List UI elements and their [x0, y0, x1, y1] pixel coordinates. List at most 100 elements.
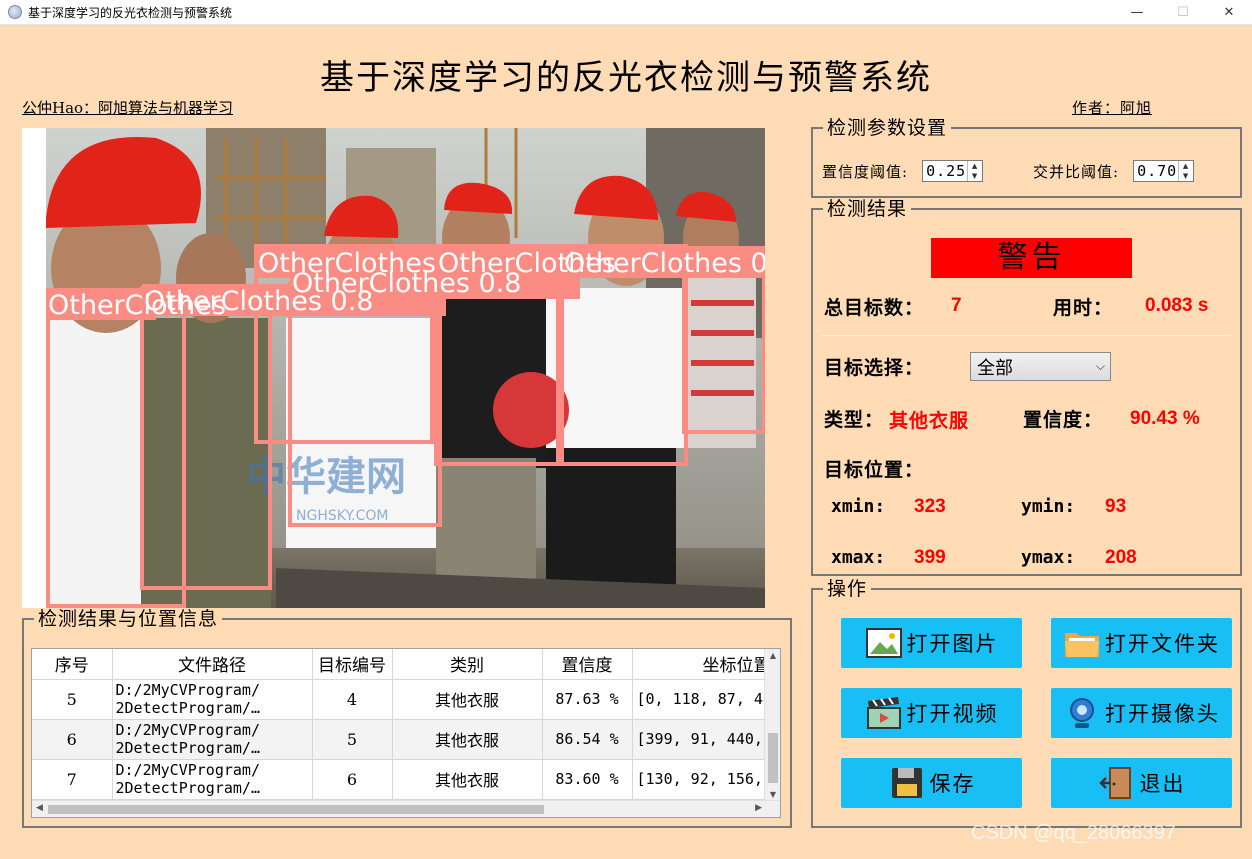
confidence-label: 置信度：: [1023, 409, 1104, 431]
row-target-id: 5: [312, 719, 393, 760]
maximize-button[interactable]: ☐: [1160, 0, 1206, 25]
conf-threshold-value[interactable]: 0.25: [923, 161, 967, 181]
image-watermark-url: NGHSKY.COM: [296, 508, 388, 524]
spin-down-icon[interactable]: ▼: [1179, 171, 1193, 181]
column-header[interactable]: 坐标位置: [632, 649, 780, 680]
row-target-id: 6: [312, 759, 393, 800]
exit-label: 退出: [1139, 772, 1186, 796]
ymin-value: 93: [1105, 496, 1127, 517]
conf-threshold-row: 置信度阈值: 0.25 ▲ ▼: [822, 160, 984, 182]
scroll-right-icon[interactable]: ▶: [755, 803, 762, 813]
webcam-icon: [1070, 698, 1094, 728]
open-folder-button[interactable]: 打开文件夹: [1051, 618, 1232, 668]
iou-threshold-spinbox[interactable]: 0.70 ▲ ▼: [1133, 160, 1195, 182]
spin-up-icon[interactable]: ▲: [1179, 161, 1193, 171]
open-video-label: 打开视频: [906, 702, 999, 726]
table-row[interactable]: 7 D:/2MyCVProgram/2DetectProgram/… 6 其他衣…: [32, 759, 780, 800]
xmin-label: xmin:: [831, 496, 886, 517]
minimize-button[interactable]: —: [1114, 0, 1160, 25]
author-wechat-link[interactable]: 公仲Hao：阿旭算法与机器学习: [22, 97, 233, 118]
open-folder-label: 打开文件夹: [1105, 632, 1220, 656]
total-targets-label: 总目标数：: [824, 297, 925, 319]
scroll-down-icon[interactable]: ▼: [765, 790, 780, 799]
spin-up-icon[interactable]: ▲: [968, 161, 982, 171]
target-select-label: 目标选择：: [824, 357, 925, 379]
clapperboard-icon: [866, 697, 901, 729]
iou-threshold-value[interactable]: 0.70: [1134, 161, 1178, 181]
elapsed-time-label: 用时：: [1053, 297, 1114, 319]
csdn-watermark: CSDN @qq_28066397: [971, 822, 1176, 844]
type-label: 类型：: [824, 409, 885, 431]
table-horizontal-scrollbar[interactable]: ◀ ▶: [32, 800, 780, 817]
column-header[interactable]: 置信度: [542, 649, 633, 680]
detection-image: 中华建网 NGHSKY.COM OtherClothes OtherClothe…: [46, 128, 765, 608]
iou-threshold-row: 交并比阈值: 0.70 ▲ ▼: [1033, 160, 1195, 182]
window-titlebar: 基于深度学习的反光衣检测与预警系统 — ☐ ✕: [0, 0, 1252, 25]
detection-label: OtherClothes: [292, 268, 470, 299]
table-header-row: 序号 文件路径 目标编号 类别 置信度 坐标位置: [32, 649, 780, 680]
actions-title: 操作: [823, 578, 872, 600]
column-header[interactable]: 序号: [32, 649, 113, 680]
open-camera-button[interactable]: 打开摄像头: [1051, 688, 1232, 738]
total-targets-value: 7: [951, 295, 962, 316]
detection-image-panel: 中华建网 NGHSKY.COM OtherClothes OtherClothe…: [22, 128, 765, 608]
column-header[interactable]: 文件路径: [112, 649, 313, 680]
row-confidence: 87.63 %: [542, 679, 633, 720]
horizontal-scroll-thumb[interactable]: [48, 805, 544, 814]
row-path: D:/2MyCVProgram/2DetectProgram/…: [112, 719, 313, 760]
author-link[interactable]: 作者：阿旭: [1072, 97, 1152, 118]
column-header[interactable]: 类别: [392, 649, 543, 680]
scroll-left-icon[interactable]: ◀: [36, 803, 43, 813]
spin-down-icon[interactable]: ▼: [968, 171, 982, 181]
row-index: 5: [32, 679, 113, 720]
ymax-label: ymax:: [1021, 547, 1076, 568]
result-divider: [822, 335, 1231, 336]
svg-text:OtherClothes 0.8: OtherClothes 0.8: [564, 248, 765, 279]
scroll-up-icon[interactable]: ▲: [765, 651, 780, 660]
target-position-label: 目标位置：: [824, 459, 925, 481]
detection-score: 0.8: [479, 268, 522, 299]
table-row[interactable]: 5 D:/2MyCVProgram/2DetectProgram/… 4 其他衣…: [32, 679, 780, 720]
open-image-button[interactable]: 打开图片: [841, 618, 1022, 668]
exit-door-icon: [1098, 767, 1131, 799]
xmin-value: 323: [914, 496, 946, 517]
svg-text:OtherClothes 0.8: OtherClothes 0.8: [292, 268, 521, 299]
row-class: 其他衣服: [392, 679, 543, 720]
conf-threshold-label: 置信度阈值:: [822, 162, 909, 181]
page-title: 基于深度学习的反光衣检测与预警系统: [320, 58, 932, 98]
result-table-title: 检测结果与位置信息: [34, 608, 223, 630]
xmax-label: xmax:: [831, 547, 886, 568]
column-header[interactable]: 目标编号: [312, 649, 393, 680]
save-button[interactable]: 保存: [841, 758, 1022, 808]
table-vertical-scrollbar[interactable]: ▲ ▼: [764, 649, 780, 801]
vertical-scroll-thumb[interactable]: [768, 733, 778, 783]
elapsed-time-value: 0.083 s: [1145, 295, 1209, 316]
result-table[interactable]: 序号 文件路径 目标编号 类别 置信度 坐标位置 5 D:/2MyCVProgr…: [31, 648, 781, 818]
save-label: 保存: [929, 772, 976, 796]
ymax-value: 208: [1105, 547, 1137, 568]
type-value: 其他衣服: [889, 410, 970, 432]
open-image-label: 打开图片: [906, 632, 999, 656]
target-select-dropdown[interactable]: 全部 ⌵: [970, 352, 1111, 381]
window-controls: — ☐ ✕: [1114, 0, 1252, 25]
exit-button[interactable]: 退出: [1051, 758, 1232, 808]
detection-label: OtherClothes: [564, 248, 742, 279]
detection-result-title: 检测结果: [823, 198, 912, 220]
table-row[interactable]: 6 D:/2MyCVProgram/2DetectProgram/… 5 其他衣…: [32, 719, 780, 760]
row-coordinates: [399, 91, 440, 255]: [632, 719, 780, 760]
conf-threshold-spinbox[interactable]: 0.25 ▲ ▼: [922, 160, 984, 182]
row-confidence: 83.60 %: [542, 759, 633, 800]
detection-score: 0.8: [751, 248, 765, 279]
confidence-value: 90.43 %: [1130, 408, 1200, 429]
row-coordinates: [0, 118, 87, 480]: [632, 679, 780, 720]
row-class: 其他衣服: [392, 719, 543, 760]
image-icon: [865, 628, 902, 658]
row-index: 6: [32, 719, 113, 760]
iou-threshold-label: 交并比阈值:: [1033, 162, 1120, 181]
close-button[interactable]: ✕: [1206, 0, 1252, 25]
ymin-label: ymin:: [1021, 496, 1076, 517]
row-confidence: 86.54 %: [542, 719, 633, 760]
row-target-id: 4: [312, 679, 393, 720]
folder-icon: [1065, 633, 1099, 657]
open-video-button[interactable]: 打开视频: [841, 688, 1022, 738]
